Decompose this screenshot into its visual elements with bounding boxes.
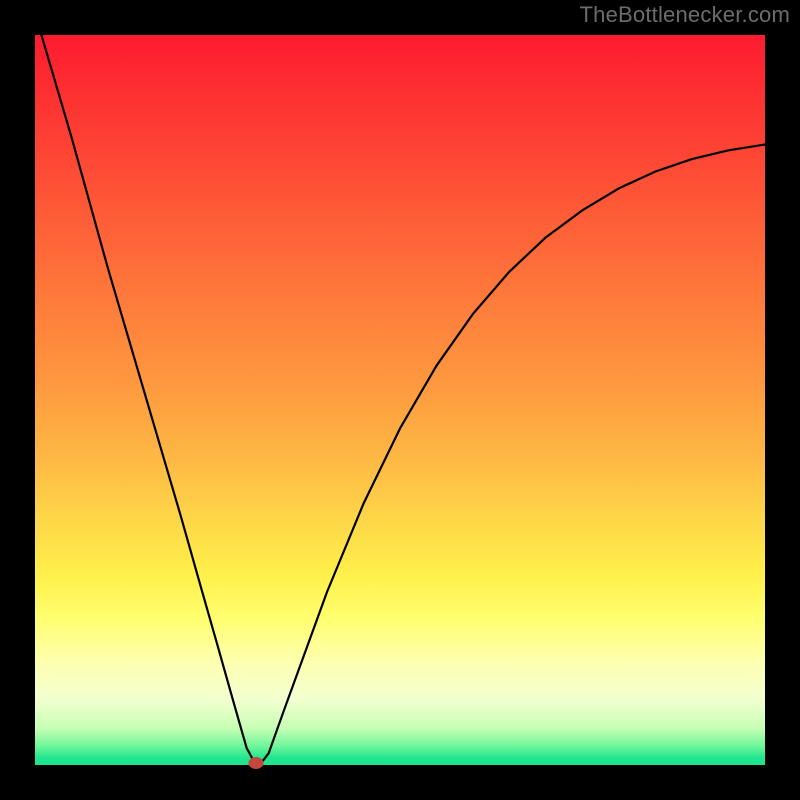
bottleneck-curve — [35, 35, 765, 765]
watermark-text: TheBottlenecker.com — [580, 2, 790, 28]
chart-frame: TheBottlenecker.com — [0, 0, 800, 800]
optimal-point-marker — [249, 757, 264, 769]
